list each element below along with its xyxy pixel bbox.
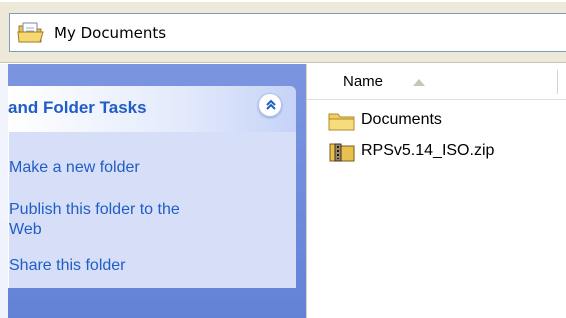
- sort-ascending-icon: [413, 79, 425, 86]
- folder-tasks-body: Make a new folder Publish this folder to…: [8, 132, 296, 288]
- address-bar[interactable]: My Documents: [9, 13, 566, 52]
- task-link-publish-folder[interactable]: Publish this folder to the: [9, 200, 180, 220]
- column-separator[interactable]: [557, 70, 558, 94]
- collapse-button[interactable]: [258, 93, 282, 117]
- folder-tasks-header[interactable]: and Folder Tasks: [8, 86, 296, 132]
- pane-edge: [0, 64, 8, 318]
- file-name: RPSv5.14_ISO.zip: [361, 142, 495, 159]
- column-header-name[interactable]: Name: [307, 64, 566, 100]
- task-link-make-new-folder[interactable]: Make a new folder: [9, 158, 140, 178]
- task-link-share-folder[interactable]: Share this folder: [9, 256, 126, 276]
- column-name-label: Name: [343, 73, 384, 90]
- file-name: Documents: [361, 111, 442, 128]
- double-chevron-up-icon: [266, 99, 276, 110]
- folder-icon: [327, 110, 357, 136]
- folder-tasks-title: and Folder Tasks: [8, 98, 147, 117]
- task-link-publish-folder-web[interactable]: Web: [9, 220, 42, 240]
- file-list-pane: Name Documents RPSv5.14_ISO.zip: [306, 64, 566, 318]
- open-folder-icon: [17, 21, 45, 45]
- address-path: My Documents: [54, 24, 167, 42]
- address-toolbar: My Documents: [0, 0, 566, 63]
- toolbar-divider: [0, 0, 566, 2]
- zip-archive-icon: [327, 141, 357, 167]
